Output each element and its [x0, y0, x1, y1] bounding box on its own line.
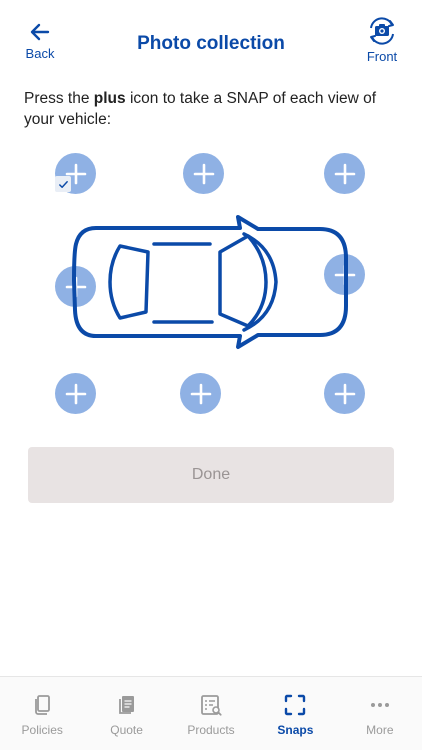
tab-products-label: Products — [187, 723, 235, 737]
snap-front-right-button[interactable] — [324, 153, 365, 194]
snaps-icon — [285, 694, 306, 716]
tab-quote-label: Quote — [110, 723, 143, 737]
switch-camera-icon — [370, 17, 394, 45]
bottom-tab-bar: Policies Quote Products Snaps More — [0, 676, 422, 750]
snap-rear-button[interactable] — [180, 373, 221, 414]
page-title: Photo collection — [137, 33, 285, 54]
more-icon — [370, 703, 389, 707]
quote-icon — [118, 696, 134, 714]
plus-icon — [65, 383, 86, 404]
header: Back Photo collection Front — [0, 0, 422, 78]
snap-rear-right-button[interactable] — [324, 373, 365, 414]
tab-more-label: More — [366, 723, 394, 737]
tab-policies-label: Policies — [21, 723, 63, 737]
instructions-text: Press the plus icon to take a SNAP of ea… — [24, 90, 377, 128]
done-button[interactable]: Done — [28, 447, 394, 503]
instructions-bold: plus — [93, 90, 126, 107]
tab-snaps-label: Snaps — [277, 723, 314, 737]
tab-products[interactable]: Products — [169, 677, 253, 750]
snap-rear-left-button[interactable] — [55, 373, 96, 414]
front-label: Front — [366, 49, 398, 64]
plus-icon — [334, 163, 355, 184]
tab-quote[interactable]: Quote — [84, 677, 168, 750]
plus-icon — [193, 163, 214, 184]
snap-front-button[interactable] — [183, 153, 224, 194]
products-icon — [201, 695, 222, 716]
plus-icon — [334, 383, 355, 404]
switch-camera-button[interactable]: Front — [360, 16, 404, 68]
tab-more[interactable]: More — [338, 677, 422, 750]
plus-icon — [190, 383, 211, 404]
tab-policies[interactable]: Policies — [0, 677, 84, 750]
policies-icon — [35, 695, 51, 715]
check-icon — [55, 176, 71, 192]
car-top-view-icon — [72, 215, 348, 349]
tab-snaps[interactable]: Snaps — [253, 677, 337, 750]
